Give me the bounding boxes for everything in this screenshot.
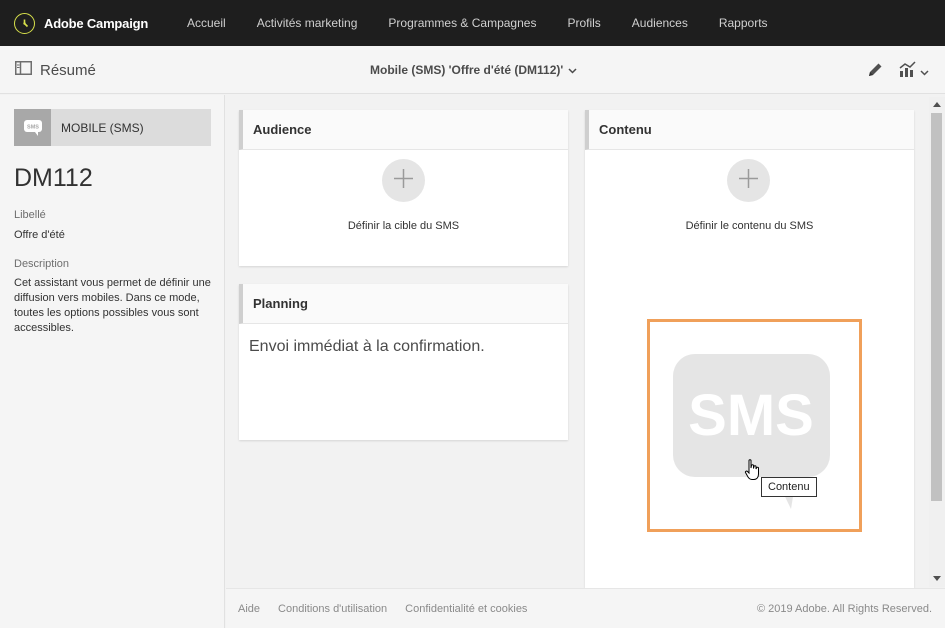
summary-toggle[interactable]: Résumé (15, 61, 96, 80)
delivery-title-dropdown[interactable]: Mobile (SMS) 'Offre d'été (DM112)' (370, 63, 577, 77)
app-logo[interactable]: Adobe Campaign (14, 12, 187, 34)
plus-icon (393, 168, 414, 194)
summary-label: Résumé (40, 62, 96, 79)
delivery-title: Mobile (SMS) 'Offre d'été (DM112)' (370, 63, 564, 77)
hand-cursor-icon (744, 459, 760, 486)
footer-copyright: © 2019 Adobe. All Rights Reserved. (756, 602, 932, 615)
chevron-down-icon (568, 63, 577, 77)
description-title: Description (14, 258, 70, 270)
delivery-code: DM112 (14, 164, 93, 192)
summary-panel: SMS MOBILE (SMS) DM112 Libellé Offre d'é… (0, 95, 225, 628)
channel-badge: SMS MOBILE (SMS) (14, 109, 211, 146)
define-content-link[interactable]: Définir le contenu du SMS (585, 220, 914, 232)
sms-bubble-text: SMS (688, 383, 814, 448)
add-content-button[interactable] (727, 159, 770, 202)
description-value: Cet assistant vous permet de définir une… (14, 277, 211, 334)
footer-link-aide[interactable]: Aide (238, 603, 260, 615)
sms-content-thumbnail[interactable]: SMS (647, 319, 862, 532)
nav-item-accueil[interactable]: Accueil (187, 16, 226, 30)
content-tooltip: Contenu (761, 477, 817, 497)
chart-icon (899, 61, 917, 83)
scroll-down-arrow-icon[interactable] (933, 576, 941, 581)
main-scrollbar[interactable] (929, 97, 945, 587)
scroll-up-arrow-icon[interactable] (933, 102, 941, 107)
pencil-icon[interactable] (866, 61, 884, 84)
app-name: Adobe Campaign (44, 15, 149, 31)
planning-text: Envoi immédiat à la confirmation. (249, 338, 485, 355)
channel-label: MOBILE (SMS) (61, 120, 144, 135)
nav-item-programmes-campagnes[interactable]: Programmes & Campagnes (388, 16, 536, 30)
scroll-thumb[interactable] (931, 113, 942, 501)
nav-item-rapports[interactable]: Rapports (719, 16, 768, 30)
planning-card: Planning Envoi immédiat à la confirmatio… (239, 284, 568, 440)
sms-channel-icon: SMS (14, 109, 51, 146)
label-value: Offre d'été (14, 229, 65, 241)
audience-card: Audience Définir la cible du SMS (239, 110, 568, 266)
nav-item-activites-marketing[interactable]: Activités marketing (257, 16, 358, 30)
chevron-down-icon (920, 63, 929, 81)
nav-item-audiences[interactable]: Audiences (632, 16, 688, 30)
content-card-title: Contenu (585, 110, 914, 150)
chart-menu-button[interactable] (899, 61, 929, 83)
summary-panel-icon (15, 61, 32, 80)
footer-link-confidentialite[interactable]: Confidentialité et cookies (405, 603, 527, 615)
planning-card-title: Planning (239, 284, 568, 324)
adobe-campaign-logo-icon (14, 12, 35, 34)
footer-link-conditions[interactable]: Conditions d'utilisation (278, 603, 387, 615)
define-target-link[interactable]: Définir la cible du SMS (239, 220, 568, 232)
plus-icon (738, 168, 759, 194)
top-navigation: Adobe Campaign Accueil Activités marketi… (0, 0, 945, 46)
sub-header: Résumé Mobile (SMS) 'Offre d'été (DM112)… (0, 46, 945, 94)
label-title: Libellé (14, 209, 46, 221)
footer: Aide Conditions d'utilisation Confidenti… (226, 588, 945, 628)
sms-icon-text: SMS (27, 124, 39, 130)
nav-item-profils[interactable]: Profils (567, 16, 600, 30)
add-audience-button[interactable] (382, 159, 425, 202)
audience-card-title: Audience (239, 110, 568, 150)
